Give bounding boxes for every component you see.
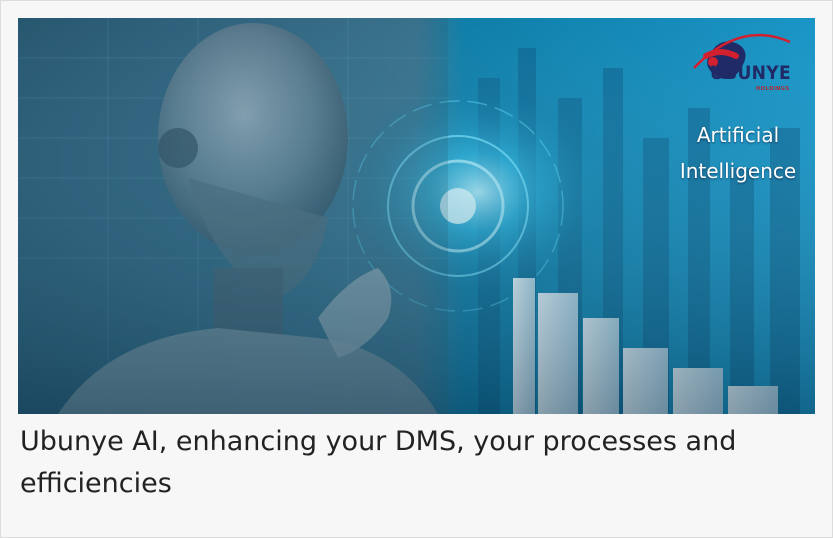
hero-overlay-text: Artificial Intelligence xyxy=(668,117,808,189)
ubunye-logo: UBUNYE HOLDINGS xyxy=(680,26,805,106)
article-card: UBUNYE HOLDINGS Artificial Intelligence … xyxy=(0,0,833,538)
logo-subtext: HOLDINGS xyxy=(756,86,790,92)
logo-wordmark: UBUNYE xyxy=(710,62,791,84)
overlay-line-1: Artificial xyxy=(696,123,780,147)
overlay-line-2: Intelligence xyxy=(679,159,797,183)
article-caption[interactable]: Ubunye AI, enhancing your DMS, your proc… xyxy=(20,421,810,505)
hero-image[interactable]: UBUNYE HOLDINGS Artificial Intelligence xyxy=(18,18,815,414)
